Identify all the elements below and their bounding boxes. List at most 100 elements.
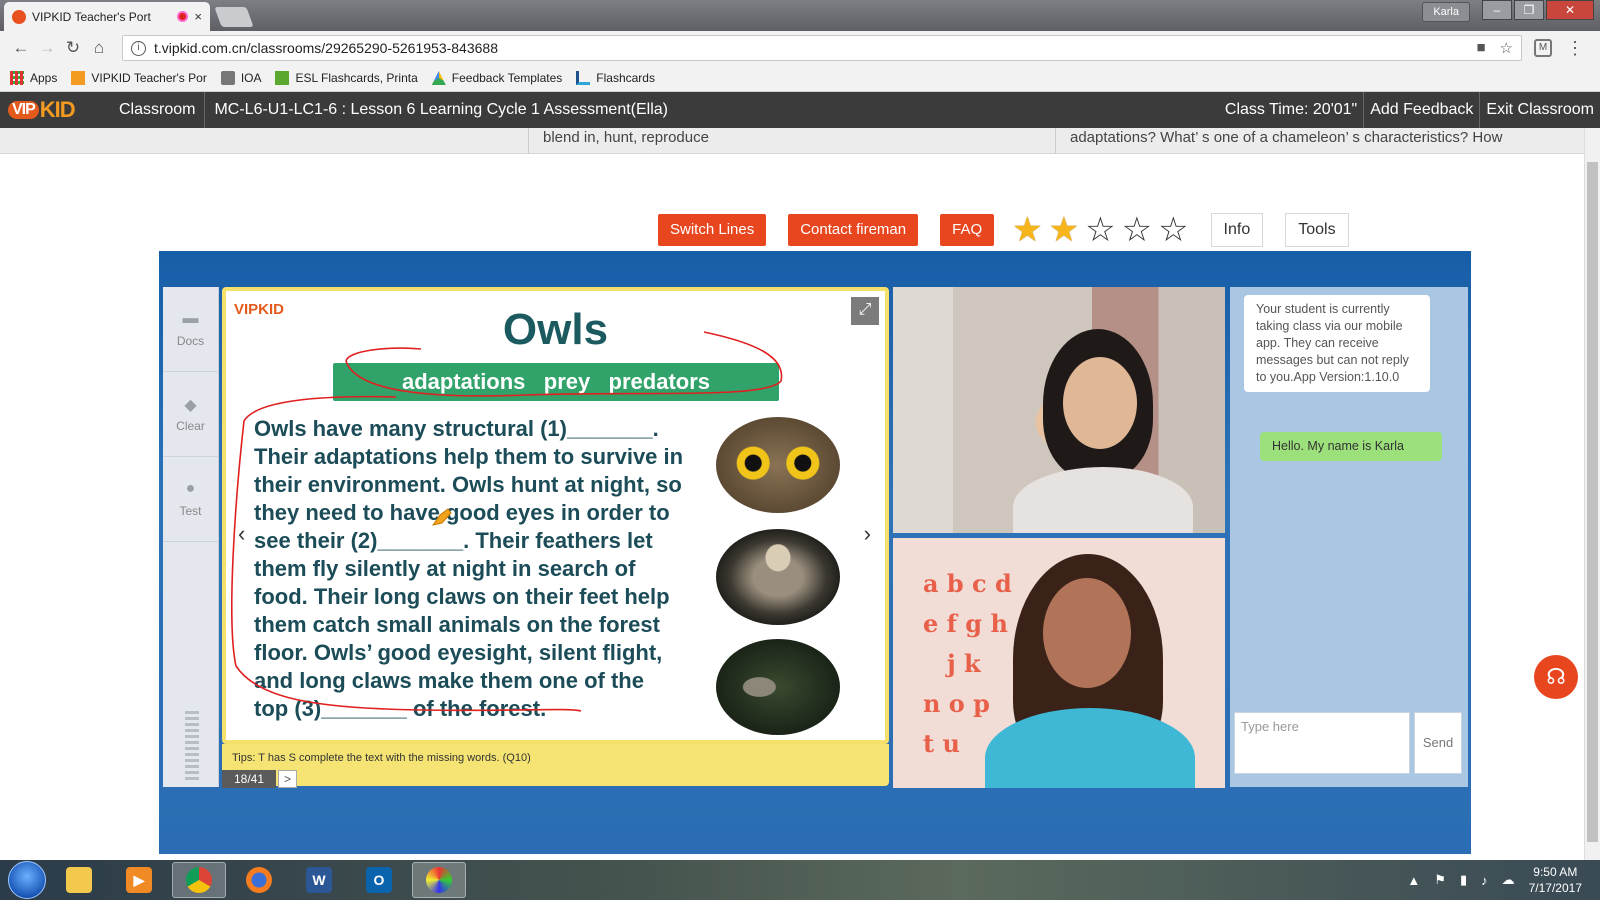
browser-toolbar: ← → ↻ ⌂ i t.vipkid.com.cn/classrooms/292… [0, 31, 1600, 65]
classroom-header: VIP KID Classroom MC-L6-U1-LC1-6 : Lesson… [0, 92, 1600, 128]
courseware-slide[interactable]: VIPKID ⤢ Owls adaptations prey predators… [222, 287, 889, 744]
browser-menu-icon[interactable]: ⋮ [1566, 38, 1584, 59]
maximize-button[interactable]: ❐ [1514, 0, 1544, 20]
support-headset-icon[interactable]: ☊ [1534, 655, 1578, 699]
docs-tool[interactable]: ▬ Docs [163, 287, 218, 372]
star-icon[interactable]: ★ [1049, 213, 1079, 247]
taskbar-word[interactable]: W [292, 862, 346, 898]
camera-icon[interactable]: ■ [1476, 39, 1485, 57]
classroom-action-bar: Switch Lines Contact fireman FAQ ★ ★ ☆ ☆… [658, 213, 1349, 247]
clock-time: 9:50 AM [1533, 865, 1578, 879]
building-icon [220, 71, 235, 85]
system-clock[interactable]: 9:50 AM 7/17/2017 [1529, 864, 1582, 896]
star-rating[interactable]: ★ ★ ☆ ☆ ☆ [1012, 213, 1188, 247]
passage-line: and long claws make them one of the [254, 668, 644, 693]
volume-icon[interactable]: ♪ [1481, 873, 1488, 888]
extension-icon[interactable]: M [1534, 39, 1552, 57]
network-icon[interactable]: ▮ [1460, 872, 1467, 888]
taskbar-explorer[interactable] [52, 862, 106, 898]
bookmark-label: VIPKID Teacher's Por [91, 71, 207, 85]
close-window-button[interactable]: ✕ [1546, 0, 1594, 20]
bookmark-label: Apps [30, 71, 58, 85]
new-tab-button[interactable] [214, 7, 254, 27]
bookmark-apps[interactable]: Apps [10, 71, 57, 85]
passage-line: floor. Owls’ good eyesight, silent fligh… [254, 640, 663, 665]
google-drive-icon [431, 71, 446, 85]
taskbar-media-player[interactable]: ▶ [112, 862, 166, 898]
tools-button[interactable]: Tools [1285, 213, 1349, 247]
star-empty-icon[interactable]: ☆ [1122, 213, 1152, 247]
chat-input[interactable]: Type here [1234, 712, 1410, 774]
profile-button[interactable]: Karla [1422, 2, 1470, 22]
owl-perched-image [716, 639, 840, 735]
browser-tab[interactable]: VIPKID Teacher's Port × [4, 2, 210, 31]
system-tray: ▲ ⚑ ▮ ♪ ☁ 9:50 AM 7/17/2017 [1407, 864, 1600, 896]
address-bar[interactable]: i t.vipkid.com.cn/classrooms/29265290-52… [122, 35, 1522, 61]
next-page-button[interactable]: > [278, 770, 298, 788]
star-icon[interactable]: ★ [1012, 213, 1042, 247]
bookmark-ioa[interactable]: IOA [220, 71, 261, 85]
url-text[interactable]: t.vipkid.com.cn/classrooms/29265290-5261… [154, 40, 1476, 56]
test-badge-icon: ● [185, 480, 196, 497]
add-feedback-button[interactable]: Add Feedback [1363, 92, 1479, 128]
reload-icon[interactable]: ↻ [60, 38, 86, 58]
star-empty-icon[interactable]: ☆ [1085, 213, 1115, 247]
flashcards-h-icon [576, 71, 591, 85]
slide-title: Owls [502, 305, 609, 354]
slide-pager: 18/41 > [222, 770, 298, 788]
recording-indicator-icon [177, 11, 189, 22]
taskbar-paint[interactable] [412, 862, 466, 898]
prev-slide-icon[interactable]: ‹ [238, 521, 245, 547]
owl-face-image [716, 417, 840, 513]
taskbar-chrome[interactable] [172, 862, 226, 898]
bookmark-label: Flashcards [596, 71, 655, 85]
tab-close-icon[interactable]: × [194, 9, 202, 24]
paint-icon [426, 867, 452, 893]
action-center-flag-icon[interactable]: ⚑ [1434, 872, 1446, 888]
contact-fireman-button[interactable]: Contact fireman [788, 214, 919, 246]
send-button[interactable]: Send [1414, 712, 1462, 774]
page-scrollbar[interactable] [1584, 128, 1600, 860]
chrome-icon [186, 867, 212, 893]
faq-button[interactable]: FAQ [940, 214, 995, 246]
vocab-bar: adaptations prey predators [333, 363, 779, 401]
home-icon[interactable]: ⌂ [86, 38, 112, 58]
taskbar-outlook[interactable]: O [352, 862, 406, 898]
passage-line: them fly silently at night in search of [254, 556, 636, 581]
bookmark-flashcards[interactable]: Flashcards [576, 71, 655, 85]
play-icon: ▶ [126, 867, 152, 893]
back-icon[interactable]: ← [8, 38, 34, 58]
bookmark-star-icon[interactable]: ☆ [1500, 39, 1513, 57]
minimize-button[interactable]: – [1482, 0, 1512, 20]
bookmark-label: Feedback Templates [451, 71, 563, 85]
teacher-face [1043, 578, 1131, 688]
page-indicator: 18/41 [222, 770, 277, 788]
outlook-icon: O [366, 867, 392, 893]
start-button[interactable] [8, 861, 46, 899]
lesson-info-vocab: blend in, hunt, reproduce [528, 128, 1058, 154]
tool-label: Clear [176, 419, 205, 433]
taskbar-firefox[interactable] [232, 862, 286, 898]
info-button[interactable]: Info [1210, 213, 1264, 247]
clock-date: 7/17/2017 [1528, 881, 1582, 895]
onedrive-cloud-icon[interactable]: ☁ [1502, 872, 1515, 888]
slide-tips: Tips: T has S complete the text with the… [222, 744, 889, 786]
scrollbar-thumb[interactable] [1587, 162, 1598, 842]
clear-tool[interactable]: ◆ Clear [163, 372, 218, 457]
next-slide-icon[interactable]: › [864, 521, 871, 547]
bookmark-feedback-templates[interactable]: Feedback Templates [431, 71, 563, 85]
switch-lines-button[interactable]: Switch Lines [658, 214, 767, 246]
firefox-icon [246, 867, 272, 893]
bookmark-vipkid-portal[interactable]: VIPKID Teacher's Por [71, 71, 207, 85]
student-video [893, 287, 1225, 533]
window-controls: Karla – ❐ ✕ [1422, 0, 1594, 22]
test-tool[interactable]: ● Test [163, 457, 218, 542]
passage-line: their environment. Owls hunt at night, s… [254, 472, 682, 497]
forward-icon[interactable]: → [34, 38, 60, 58]
exit-classroom-button[interactable]: Exit Classroom [1479, 92, 1600, 128]
tray-expand-icon[interactable]: ▲ [1407, 873, 1420, 888]
passage-line: Owls have many structural (1)_______. [254, 416, 659, 441]
bookmark-esl-flashcards[interactable]: ESL Flashcards, Printa [275, 71, 418, 85]
site-info-icon[interactable]: i [131, 40, 146, 56]
star-empty-icon[interactable]: ☆ [1158, 213, 1188, 247]
